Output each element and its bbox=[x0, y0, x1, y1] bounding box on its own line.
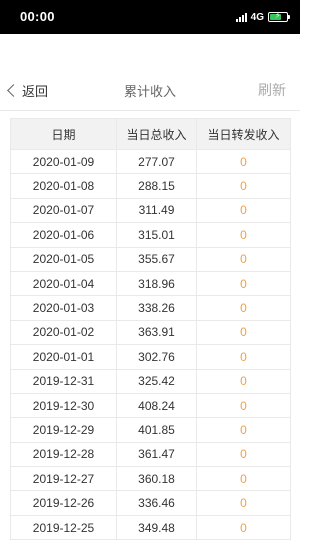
cell-date: 2020-01-01 bbox=[10, 344, 117, 370]
cell-total-income: 336.46 bbox=[116, 490, 197, 516]
table-row: 2020-01-09 277.07 0 bbox=[10, 148, 291, 175]
table-row: 2020-01-05 355.67 0 bbox=[10, 246, 291, 272]
cell-forward-income: 0 bbox=[196, 222, 291, 248]
cell-date: 2020-01-04 bbox=[10, 270, 117, 297]
table-row: 2020-01-04 318.96 0 bbox=[10, 270, 291, 297]
table-row: 2019-12-28 361.47 0 bbox=[10, 441, 291, 468]
cell-total-income: 401.85 bbox=[116, 417, 197, 443]
table-row: 2020-01-02 363.91 0 bbox=[10, 319, 291, 346]
page-title: 累计收入 bbox=[123, 84, 176, 99]
table-header-row: 日期 当日总收入 当日转发收入 bbox=[10, 118, 291, 150]
cell-forward-income: 0 bbox=[196, 173, 291, 199]
cell-forward-income: 0 bbox=[196, 344, 291, 370]
table-row: 2020-01-06 315.01 0 bbox=[10, 222, 291, 248]
cell-total-income: 277.07 bbox=[116, 148, 197, 175]
cell-forward-income: 0 bbox=[196, 319, 291, 346]
cell-forward-income: 0 bbox=[196, 197, 291, 224]
cell-forward-income: 0 bbox=[196, 270, 291, 297]
refresh-button[interactable]: 刷新 bbox=[258, 80, 286, 100]
cell-date: 2020-01-02 bbox=[10, 319, 117, 346]
cell-forward-income: 0 bbox=[196, 246, 291, 272]
cell-total-income: 361.47 bbox=[116, 441, 197, 468]
table-row: 2019-12-30 408.24 0 bbox=[10, 392, 291, 419]
cell-total-income: 318.96 bbox=[116, 270, 197, 297]
battery-icon: ⚡ bbox=[268, 11, 290, 22]
table-row: 2019-12-25 349.48 0 bbox=[10, 514, 291, 540]
cell-date: 2020-01-07 bbox=[10, 197, 117, 224]
cell-forward-income: 0 bbox=[196, 514, 291, 540]
cell-total-income: 363.91 bbox=[116, 319, 197, 346]
cell-date: 2019-12-27 bbox=[10, 466, 117, 492]
status-time: 00:00 bbox=[20, 9, 55, 24]
cell-date: 2019-12-29 bbox=[10, 417, 117, 443]
cell-total-income: 311.49 bbox=[116, 197, 197, 224]
cell-total-income: 360.18 bbox=[116, 466, 197, 492]
income-table: 日期 当日总收入 当日转发收入 2020-01-09 277.07 0 2020-01… bbox=[10, 118, 291, 540]
cell-total-income: 338.26 bbox=[116, 295, 197, 321]
table-row: 2020-01-07 311.49 0 bbox=[10, 197, 291, 224]
cell-total-income: 355.67 bbox=[116, 246, 197, 272]
cell-date: 2020-01-06 bbox=[10, 222, 117, 248]
table-row: 2020-01-03 338.26 0 bbox=[10, 295, 291, 321]
cell-forward-income: 0 bbox=[196, 148, 291, 175]
cell-date: 2020-01-08 bbox=[10, 173, 117, 199]
table-row: 2020-01-01 302.76 0 bbox=[10, 344, 291, 370]
cell-total-income: 349.48 bbox=[116, 514, 197, 540]
charging-icon: ⚡ bbox=[275, 11, 281, 20]
cell-date: 2019-12-30 bbox=[10, 392, 117, 419]
column-header-date: 日期 bbox=[10, 118, 117, 150]
cell-forward-income: 0 bbox=[196, 295, 291, 321]
cell-date: 2020-01-09 bbox=[10, 148, 117, 175]
signal-icon bbox=[235, 12, 247, 22]
status-bar: 00:00 4G ⚡ bbox=[0, 0, 300, 34]
network-type: 4G bbox=[250, 11, 264, 23]
cell-total-income: 408.24 bbox=[116, 392, 197, 419]
cell-forward-income: 0 bbox=[196, 392, 291, 419]
table-row: 2019-12-29 401.85 0 bbox=[10, 417, 291, 443]
cell-total-income: 315.01 bbox=[116, 222, 197, 248]
cell-forward-income: 0 bbox=[196, 490, 291, 516]
cell-date: 2019-12-28 bbox=[10, 441, 117, 468]
cell-total-income: 325.42 bbox=[116, 368, 197, 394]
cell-date: 2019-12-25 bbox=[10, 514, 117, 540]
cell-forward-income: 0 bbox=[196, 368, 291, 394]
table-row: 2019-12-31 325.42 0 bbox=[10, 368, 291, 394]
table-row: 2019-12-26 336.46 0 bbox=[10, 490, 291, 516]
table-row: 2020-01-08 288.15 0 bbox=[10, 173, 291, 199]
cell-forward-income: 0 bbox=[196, 466, 291, 492]
table-row: 2019-12-27 360.18 0 bbox=[10, 466, 291, 492]
cell-forward-income: 0 bbox=[196, 441, 291, 468]
cell-date: 2019-12-31 bbox=[10, 368, 117, 394]
status-indicators: 4G ⚡ bbox=[235, 10, 290, 24]
cell-date: 2019-12-26 bbox=[10, 490, 117, 516]
cell-forward-income: 0 bbox=[196, 417, 291, 443]
cell-total-income: 302.76 bbox=[116, 344, 197, 370]
cell-date: 2020-01-03 bbox=[10, 295, 117, 321]
nav-bar: 返回 累计收入 刷新 bbox=[0, 70, 300, 111]
column-header-forward-income: 当日转发收入 bbox=[196, 118, 291, 150]
cell-date: 2020-01-05 bbox=[10, 246, 117, 272]
cell-total-income: 288.15 bbox=[116, 173, 197, 199]
column-header-total-income: 当日总收入 bbox=[116, 118, 197, 150]
